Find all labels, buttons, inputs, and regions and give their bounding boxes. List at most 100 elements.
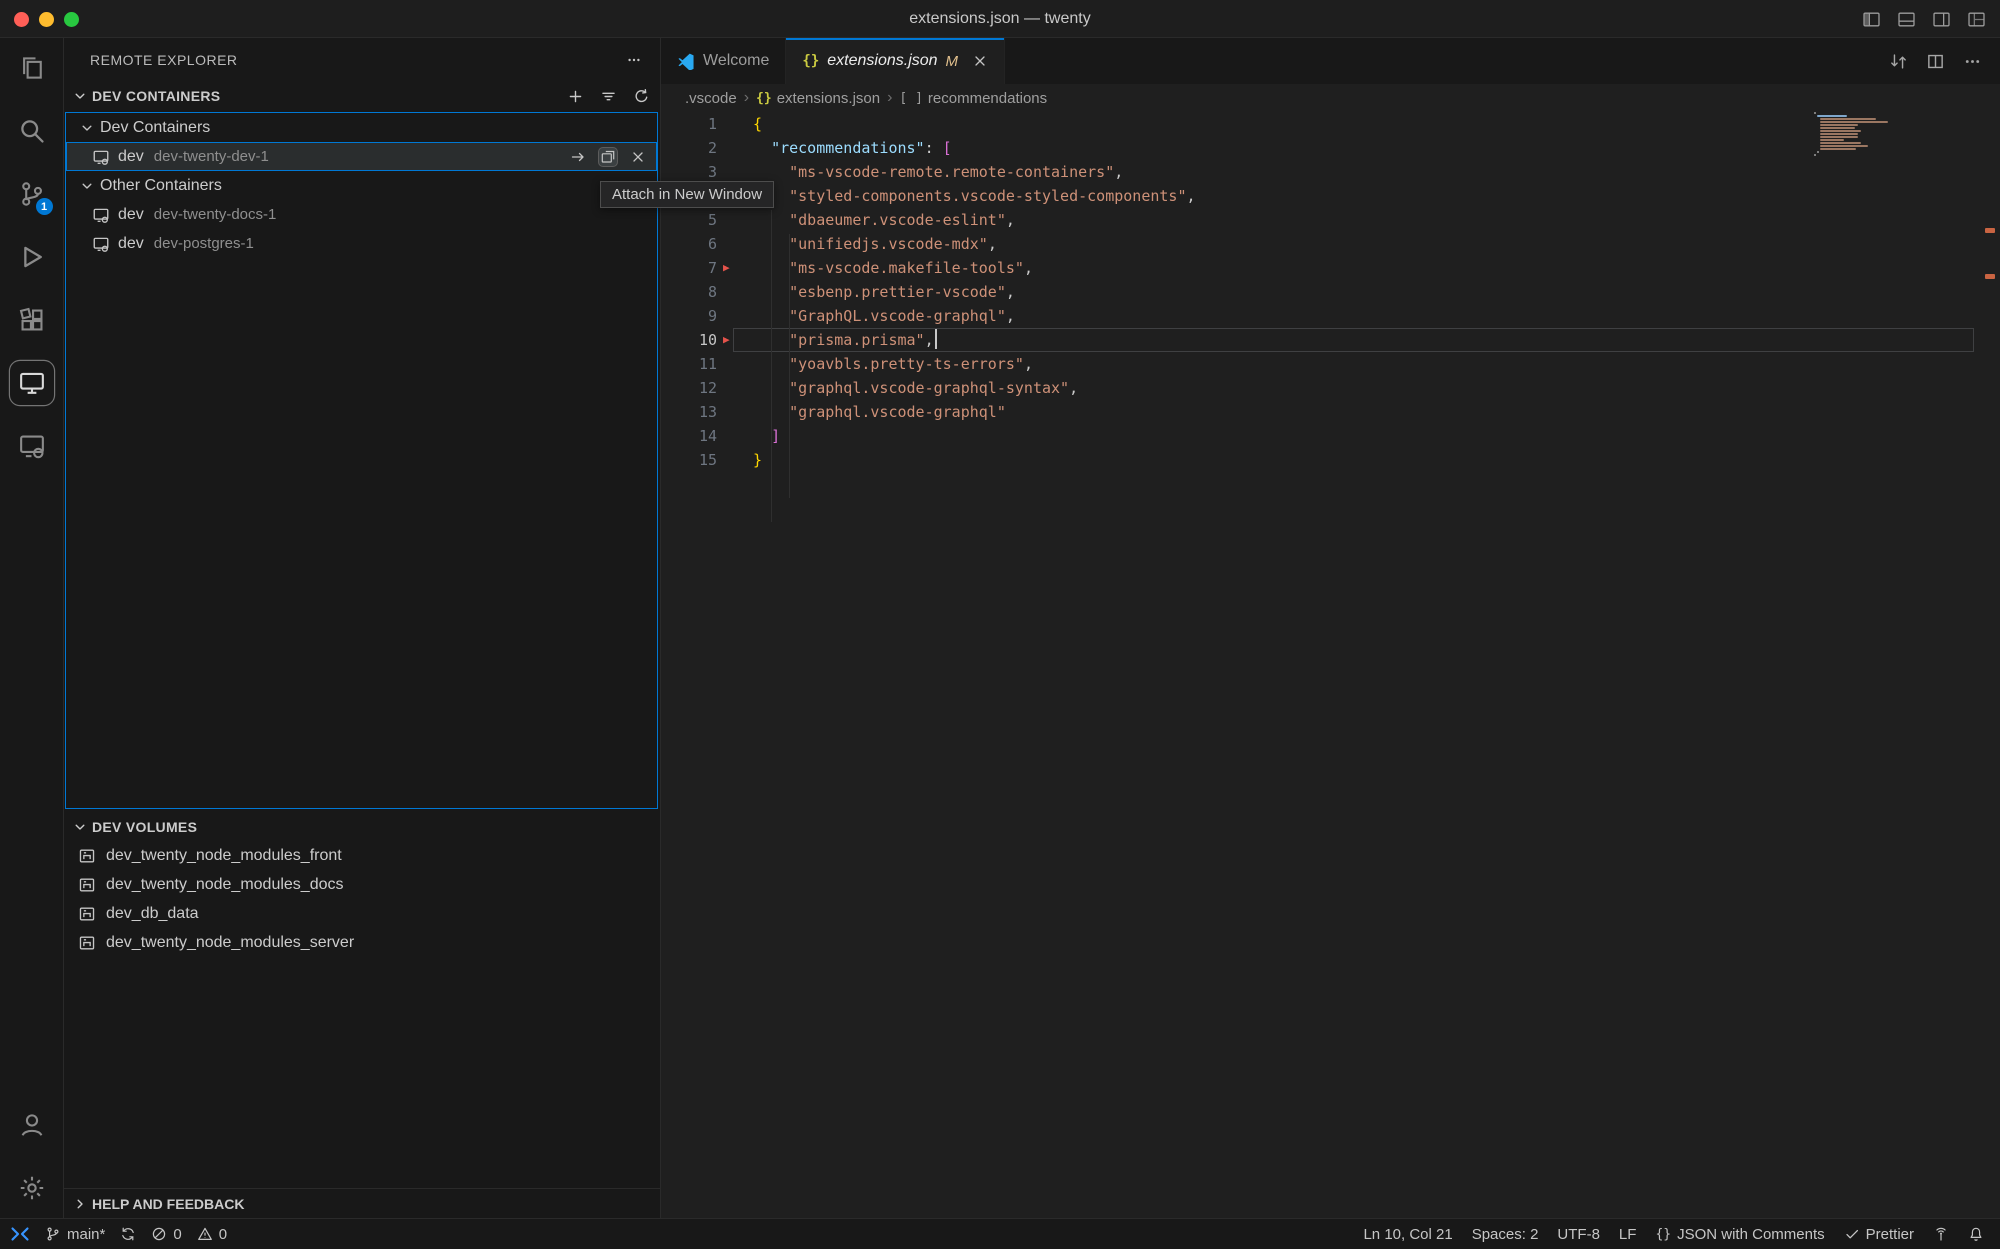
- open-changes-icon[interactable]: [1889, 52, 1908, 71]
- code-line-12[interactable]: 12 "graphql.vscode-graphql-syntax",: [661, 376, 2000, 400]
- volume-item-dev-twenty-node-modules-docs[interactable]: dev_twenty_node_modules_docs: [64, 870, 660, 899]
- code-line-10[interactable]: 10▶ "prisma.prisma",: [661, 328, 2000, 352]
- minimap-line: [1820, 121, 1888, 123]
- tree-group-label: Other Containers: [100, 177, 222, 195]
- tab-welcome[interactable]: Welcome: [661, 38, 786, 84]
- status-cursor-position[interactable]: Ln 10, Col 21: [1363, 1226, 1452, 1243]
- code-line-11[interactable]: 11 "yoavbls.pretty-ts-errors",: [661, 352, 2000, 376]
- search-icon: [18, 117, 46, 145]
- breadcrumb-vscode[interactable]: .vscode: [685, 90, 737, 107]
- line-number: 12: [661, 376, 717, 400]
- status-label: Prettier: [1866, 1226, 1914, 1243]
- scm-badge: 1: [36, 198, 53, 215]
- code-line-2[interactable]: 2 "recommendations": [: [661, 136, 2000, 160]
- code-line-3[interactable]: 3 "ms-vscode-remote.remote-containers",: [661, 160, 2000, 184]
- tab-extensions-json[interactable]: {} extensions.json M: [786, 38, 1005, 84]
- code-line-13[interactable]: 13 "graphql.vscode-graphql": [661, 400, 2000, 424]
- pane-dev-containers-header[interactable]: DEV CONTAINERS: [64, 82, 660, 110]
- code-text: }: [753, 448, 762, 472]
- activity-bar: 1: [0, 38, 64, 1218]
- warning-icon: [197, 1226, 213, 1242]
- activity-extensions[interactable]: [10, 298, 54, 342]
- activity-accounts[interactable]: [10, 1103, 54, 1147]
- activity-search[interactable]: [10, 109, 54, 153]
- pane-dev-volumes-header[interactable]: DEV VOLUMES: [64, 813, 660, 841]
- code-line-8[interactable]: 8 "esbenp.prettier-vscode",: [661, 280, 2000, 304]
- code-line-14[interactable]: 14 ]: [661, 424, 2000, 448]
- status-formatter[interactable]: Prettier: [1844, 1226, 1914, 1243]
- line-number: 9: [661, 304, 717, 328]
- tree-group-dev-containers[interactable]: Dev Containers: [66, 113, 657, 142]
- activity-remote-explorer[interactable]: [10, 361, 54, 405]
- code-line-9[interactable]: 9 "GraphQL.vscode-graphql",: [661, 304, 2000, 328]
- container-item-dev-twenty-dev-1[interactable]: devdev-twenty-dev-1: [66, 142, 657, 171]
- filter-icon[interactable]: [600, 88, 617, 105]
- tree-group-other-containers[interactable]: Other Containers: [66, 171, 657, 200]
- activity-explorer[interactable]: [10, 46, 54, 90]
- code-line-4[interactable]: 4 "styled-components.vscode-styled-compo…: [661, 184, 2000, 208]
- code-line-7[interactable]: 7▶ "ms-vscode.makefile-tools",: [661, 256, 2000, 280]
- status-label: 0: [219, 1226, 227, 1243]
- close-window-icon[interactable]: [14, 12, 29, 27]
- code-editor[interactable]: 1{2 "recommendations": [3 "ms-vscode-rem…: [661, 112, 2000, 1218]
- window-title: extensions.json — twenty: [0, 10, 2000, 28]
- volume-item-dev-twenty-node-modules-server[interactable]: dev_twenty_node_modules_server: [64, 928, 660, 957]
- volume-item-dev-db-data[interactable]: dev_db_data: [64, 899, 660, 928]
- status-errors[interactable]: 0: [151, 1226, 181, 1243]
- toggle-panel-icon[interactable]: [1897, 10, 1916, 29]
- close-tab-icon[interactable]: [972, 53, 988, 69]
- code-line-5[interactable]: 5 "dbaeumer.vscode-eslint",: [661, 208, 2000, 232]
- customize-layout-icon[interactable]: [1967, 10, 1986, 29]
- code-line-15[interactable]: 15}: [661, 448, 2000, 472]
- code-line-6[interactable]: 6 "unifiedjs.vscode-mdx",: [661, 232, 2000, 256]
- workbench: 1 REMOTE EXPLORER DEV CONTAINERS Dev Con…: [0, 38, 2000, 1218]
- status-remote-indicator[interactable]: [10, 1224, 30, 1244]
- refresh-icon[interactable]: [633, 88, 650, 105]
- attach-in-current-window-icon[interactable]: [569, 148, 587, 166]
- activity-settings[interactable]: [10, 1166, 54, 1210]
- status-warnings[interactable]: 0: [197, 1226, 227, 1243]
- container-item-dev-postgres-1[interactable]: devdev-postgres-1: [66, 229, 657, 258]
- minimap-line: [1820, 133, 1858, 135]
- activity-source-control[interactable]: 1: [10, 172, 54, 216]
- stop-container-icon[interactable]: [629, 148, 647, 166]
- status-sync-changes[interactable]: [120, 1226, 136, 1242]
- status-indentation[interactable]: Spaces: 2: [1472, 1226, 1539, 1243]
- minimap[interactable]: [1814, 112, 1894, 157]
- toggle-secondary-sidebar-icon[interactable]: [1932, 10, 1951, 29]
- status-language-mode[interactable]: {}JSON with Comments: [1655, 1226, 1824, 1243]
- error-icon: [151, 1226, 167, 1242]
- status-remote-tunnels[interactable]: [1933, 1226, 1949, 1242]
- status-encoding[interactable]: UTF-8: [1557, 1226, 1600, 1243]
- more-actions-icon[interactable]: [1963, 52, 1982, 71]
- minimap-line: [1820, 142, 1861, 144]
- split-editor-icon[interactable]: [1926, 52, 1945, 71]
- pane-help-feedback-header[interactable]: HELP AND FEEDBACK: [64, 1188, 660, 1218]
- status-notifications[interactable]: [1968, 1226, 1984, 1242]
- code-text: "recommendations": [: [753, 136, 952, 160]
- pane-help-feedback-title: HELP AND FEEDBACK: [92, 1196, 244, 1212]
- container-item-dev-twenty-docs-1[interactable]: devdev-twenty-docs-1: [66, 200, 657, 229]
- toggle-primary-sidebar-icon[interactable]: [1862, 10, 1881, 29]
- pane-dev-volumes: DEV VOLUMES dev_twenty_node_modules_fron…: [64, 813, 660, 957]
- activity-run-and-debug[interactable]: [10, 235, 54, 279]
- maximize-window-icon[interactable]: [64, 12, 79, 27]
- activity-containers[interactable]: [10, 424, 54, 468]
- minimize-window-icon[interactable]: [39, 12, 54, 27]
- breadcrumb-recommendations[interactable]: [ ]recommendations: [899, 90, 1047, 107]
- gutter-marker-icon: ▶: [723, 256, 730, 280]
- volume-item-dev-twenty-node-modules-front[interactable]: dev_twenty_node_modules_front: [64, 841, 660, 870]
- breadcrumb-extensions-json[interactable]: {}extensions.json: [756, 90, 880, 107]
- more-actions-icon[interactable]: [626, 52, 642, 68]
- status-eol[interactable]: LF: [1619, 1226, 1637, 1243]
- code-line-1[interactable]: 1{: [661, 112, 2000, 136]
- tab-label: Welcome: [703, 52, 769, 70]
- add-icon[interactable]: [567, 88, 584, 105]
- attach-in-new-window-icon[interactable]: [599, 148, 617, 166]
- status-git-branch[interactable]: main*: [45, 1226, 105, 1243]
- code-text: "dbaeumer.vscode-eslint",: [753, 208, 1015, 232]
- bell-icon: [1968, 1226, 1984, 1242]
- volume-icon: [78, 876, 96, 894]
- window-controls[interactable]: [14, 0, 79, 38]
- container-name: dev: [118, 148, 144, 166]
